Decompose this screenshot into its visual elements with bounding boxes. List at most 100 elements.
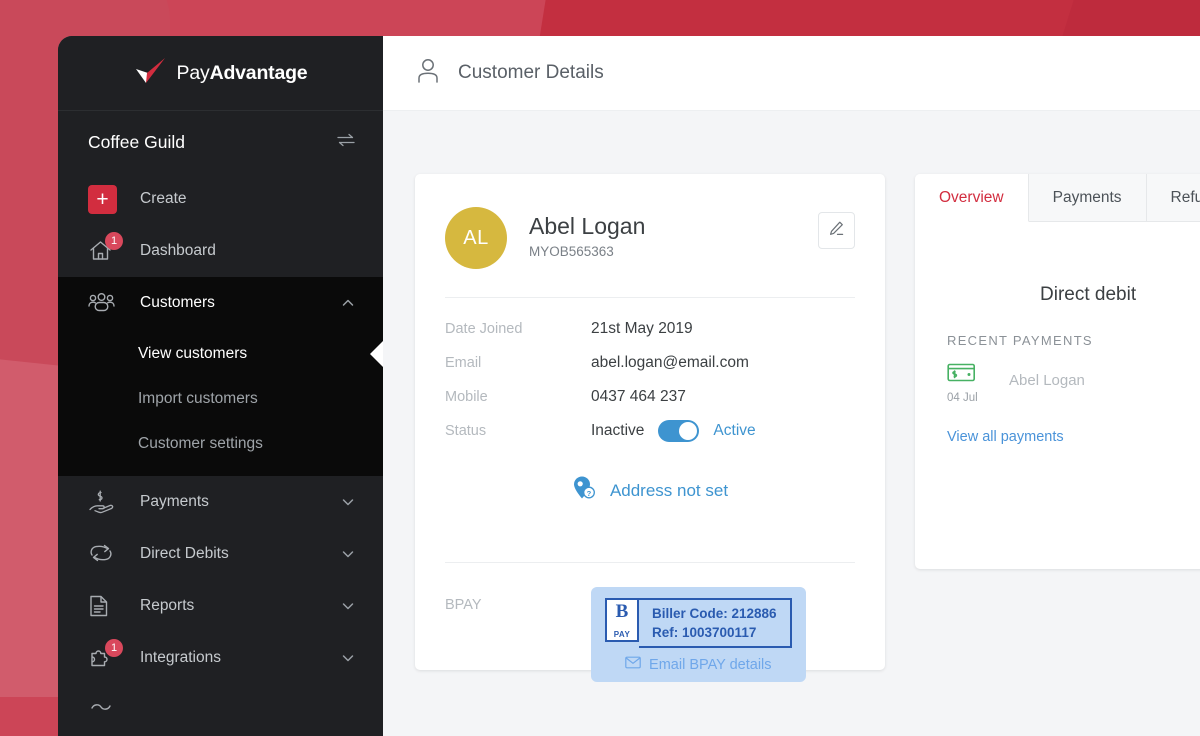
sidebar-item-customer-settings[interactable]: Customer settings bbox=[58, 421, 383, 466]
list-item[interactable]: 04 Jul Abel Logan bbox=[947, 362, 1085, 404]
hand-dollar-icon bbox=[88, 490, 128, 514]
active-pointer-arrow bbox=[370, 341, 383, 367]
bpay-biller-code: Biller Code: 212886 bbox=[652, 604, 777, 623]
sidebar-item-create[interactable]: + Create bbox=[58, 173, 383, 225]
submenu-label-view-customers: View customers bbox=[138, 345, 247, 363]
sidebar-item-dashboard[interactable]: 1 Dashboard bbox=[58, 225, 383, 277]
sidebar-item-label-reports: Reports bbox=[128, 597, 341, 615]
edit-customer-button[interactable] bbox=[818, 212, 855, 249]
sidebar-item-label-integrations: Integrations bbox=[128, 649, 341, 667]
refresh-loop-icon bbox=[88, 542, 128, 566]
bpay-codes: Biller Code: 212886 Ref: 1003700117 bbox=[639, 598, 792, 648]
sidebar-badge-integrations: 1 bbox=[105, 639, 123, 657]
customer-reference: MYOB565363 bbox=[529, 244, 818, 259]
switch-arrows-icon[interactable] bbox=[337, 133, 355, 152]
puzzle-piece-icon: 1 bbox=[88, 646, 128, 670]
app-window: PayAdvantage Coffee Guild + Create bbox=[58, 36, 1200, 736]
email-bpay-details-link[interactable]: Email BPAY details bbox=[605, 656, 792, 673]
customer-name-block: Abel Logan MYOB565363 bbox=[507, 207, 818, 259]
submenu-label-import-customers: Import customers bbox=[138, 390, 258, 408]
organisation-name: Coffee Guild bbox=[88, 132, 337, 153]
settings-gear-icon bbox=[88, 698, 128, 722]
sidebar: PayAdvantage Coffee Guild + Create bbox=[58, 36, 383, 736]
bpay-box[interactable]: B PAY Biller Code: 212886 Ref: 100370011… bbox=[591, 587, 806, 682]
person-outline-icon bbox=[415, 57, 441, 90]
chevron-up-icon[interactable] bbox=[341, 296, 355, 310]
envelope-icon bbox=[625, 656, 641, 673]
sidebar-item-direct-debits[interactable]: Direct Debits bbox=[58, 528, 383, 580]
field-label-date-joined: Date Joined bbox=[445, 321, 591, 337]
toggle-knob bbox=[679, 422, 697, 440]
payment-customer-name: Abel Logan bbox=[1009, 362, 1085, 389]
chevron-down-icon-payments[interactable] bbox=[341, 495, 355, 509]
field-row-status: Status Inactive Active bbox=[445, 414, 855, 448]
main-area: Customer Details AL Abel Logan MYOB56536… bbox=[383, 36, 1200, 736]
page-title: Customer Details bbox=[458, 62, 604, 84]
page-header: Customer Details bbox=[383, 36, 1200, 111]
sidebar-item-reports[interactable]: Reports bbox=[58, 580, 383, 632]
sidebar-item-payments[interactable]: Payments bbox=[58, 476, 383, 528]
customer-details-card: AL Abel Logan MYOB565363 bbox=[415, 174, 885, 670]
address-not-set-row[interactable]: ? Address not set bbox=[445, 448, 855, 534]
submenu-label-customer-settings: Customer settings bbox=[138, 435, 263, 453]
brand-name-bold: Advantage bbox=[210, 62, 308, 84]
field-row-date-joined: Date Joined 21st May 2019 bbox=[445, 312, 855, 346]
payadvantage-checkmark-logo bbox=[134, 57, 168, 90]
sidebar-item-integrations[interactable]: 1 Integrations bbox=[58, 632, 383, 684]
sidebar-item-label-payments: Payments bbox=[128, 493, 341, 511]
bpay-logo-mark: B bbox=[607, 602, 637, 621]
customer-header: AL Abel Logan MYOB565363 bbox=[445, 207, 855, 269]
field-label-mobile: Mobile bbox=[445, 389, 591, 405]
field-row-mobile: Mobile 0437 464 237 bbox=[445, 380, 855, 414]
sidebar-item-partial[interactable] bbox=[58, 684, 383, 736]
home-icon: 1 bbox=[88, 239, 128, 263]
chevron-down-icon-direct-debits[interactable] bbox=[341, 547, 355, 561]
document-lines-icon bbox=[88, 594, 128, 618]
tab-label-overview: Overview bbox=[939, 189, 1004, 207]
customers-submenu: View customers Import customers Customer… bbox=[58, 329, 383, 476]
overview-panel: Overview Payments Refunds Direct debit R… bbox=[915, 174, 1200, 569]
field-row-email: Email abel.logan@email.com bbox=[445, 346, 855, 380]
bpay-row: BPAY B PAY Biller Code: 212886 Ref: 1003… bbox=[445, 563, 855, 682]
payment-icon-column: 04 Jul bbox=[947, 362, 1009, 404]
field-label-status: Status bbox=[445, 423, 591, 439]
panel-body: Direct debit RECENT PAYMENTS bbox=[915, 222, 1200, 569]
customer-fields: Date Joined 21st May 2019 Email abel.log… bbox=[445, 298, 855, 448]
bpay-inner: B PAY Biller Code: 212886 Ref: 100370011… bbox=[605, 598, 792, 648]
content-area: AL Abel Logan MYOB565363 bbox=[383, 111, 1200, 736]
sidebar-item-label-direct-debits: Direct Debits bbox=[128, 545, 341, 563]
chevron-down-icon-reports[interactable] bbox=[341, 599, 355, 613]
bpay-logo-icon: B PAY bbox=[605, 598, 639, 642]
tab-refunds[interactable]: Refunds bbox=[1147, 174, 1200, 222]
tab-payments[interactable]: Payments bbox=[1029, 174, 1147, 222]
status-toggle[interactable] bbox=[658, 420, 699, 442]
svg-text:?: ? bbox=[587, 489, 592, 498]
sidebar-nav: + Create 1 Dashboard bbox=[58, 173, 383, 736]
sidebar-item-import-customers[interactable]: Import customers bbox=[58, 376, 383, 421]
avatar: AL bbox=[445, 207, 507, 269]
cash-card-icon bbox=[947, 362, 1009, 389]
brand-name: PayAdvantage bbox=[177, 62, 308, 85]
field-value-email: abel.logan@email.com bbox=[591, 354, 749, 372]
field-value-mobile: 0437 464 237 bbox=[591, 388, 686, 406]
tab-label-refunds: Refunds bbox=[1171, 189, 1200, 207]
status-toggle-group: Inactive Active bbox=[591, 420, 756, 442]
address-not-set-text: Address not set bbox=[610, 481, 728, 501]
organisation-row[interactable]: Coffee Guild bbox=[58, 111, 383, 173]
brand-name-thin: Pay bbox=[177, 62, 210, 84]
sidebar-item-view-customers[interactable]: View customers bbox=[58, 331, 383, 376]
view-all-payments-link[interactable]: View all payments bbox=[947, 429, 1064, 445]
brand-logo-area[interactable]: PayAdvantage bbox=[58, 36, 383, 111]
panel-tabs: Overview Payments Refunds bbox=[915, 174, 1200, 222]
field-label-email: Email bbox=[445, 355, 591, 371]
sidebar-item-label-customers: Customers bbox=[128, 294, 341, 312]
sidebar-badge-dashboard: 1 bbox=[105, 232, 123, 250]
status-inactive-label: Inactive bbox=[591, 422, 644, 440]
tab-label-payments: Payments bbox=[1053, 189, 1122, 207]
people-icon bbox=[88, 292, 128, 314]
sidebar-item-customers[interactable]: Customers bbox=[58, 277, 383, 329]
map-pin-question-icon: ? bbox=[572, 475, 598, 508]
pencil-edit-icon bbox=[828, 220, 845, 242]
chevron-down-icon-integrations[interactable] bbox=[341, 651, 355, 665]
tab-overview[interactable]: Overview bbox=[915, 174, 1029, 222]
